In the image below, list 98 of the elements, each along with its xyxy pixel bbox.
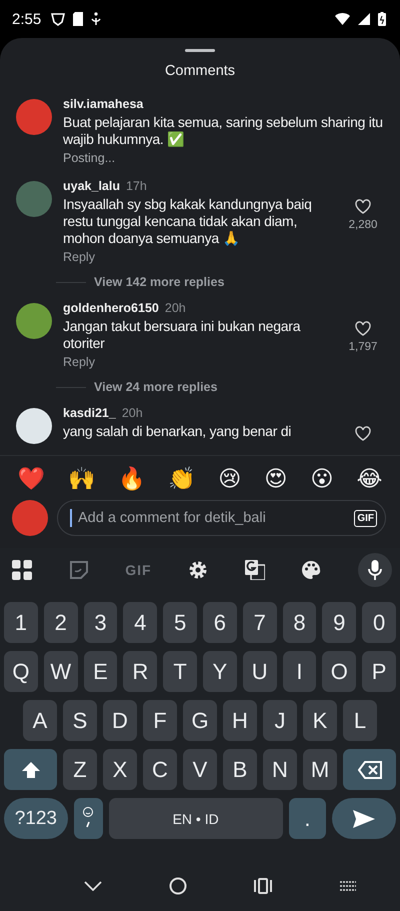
posting-status: Posting... (63, 151, 116, 165)
key[interactable]: C (143, 749, 177, 790)
sticker-icon[interactable] (68, 560, 89, 580)
comment-text: yang salah di benarkan, yang benar di (63, 423, 292, 440)
key[interactable]: G (183, 700, 217, 741)
emoji-reaction[interactable]: 😍 (264, 466, 288, 492)
key[interactable]: 1 (4, 602, 38, 643)
microphone-icon (368, 560, 382, 580)
emoji-key[interactable] (74, 798, 103, 839)
emoji-reaction[interactable]: 👏 (168, 466, 196, 492)
heart-icon[interactable] (355, 426, 371, 441)
backspace-icon (358, 760, 382, 778)
send-key[interactable] (332, 798, 396, 839)
key[interactable]: 5 (163, 602, 197, 643)
settings-icon[interactable] (188, 560, 208, 580)
apps-grid-icon[interactable] (12, 560, 32, 580)
palette-icon[interactable] (301, 560, 322, 580)
symbols-key[interactable]: ?123 (4, 798, 68, 839)
key[interactable]: X (103, 749, 137, 790)
translate-icon[interactable] (244, 560, 265, 580)
key[interactable]: 7 (242, 602, 277, 643)
key[interactable]: 4 (123, 602, 158, 643)
key[interactable]: U (242, 651, 277, 692)
key[interactable]: O (322, 651, 356, 692)
key[interactable]: P (362, 651, 396, 692)
key[interactable]: N (263, 749, 297, 790)
emoji-reaction[interactable]: 😮 (310, 466, 334, 492)
chevron-down-icon[interactable] (84, 881, 102, 891)
username[interactable]: goldenhero6150 (63, 301, 159, 315)
comment-text: Buat pelajaran kita semua, saring sebelum sharing itu wajib hukumnya. ✅ (63, 114, 384, 148)
key[interactable]: W (44, 651, 78, 692)
key[interactable]: 2 (44, 602, 78, 643)
emoji-reaction[interactable]: ❤ (18, 466, 45, 492)
key[interactable]: 8 (282, 602, 316, 643)
key[interactable]: 9 (322, 602, 356, 643)
send-icon (353, 810, 376, 828)
key[interactable]: Q (4, 651, 38, 692)
shift-arrow-icon (22, 762, 40, 778)
comment-time: 20h (122, 406, 143, 420)
username[interactable]: silv.iamahesa (63, 97, 144, 111)
heart-icon[interactable] (355, 199, 371, 214)
key[interactable]: V (183, 749, 217, 790)
key[interactable]: D (103, 700, 137, 741)
key[interactable]: 6 (203, 602, 237, 643)
battery-icon (378, 12, 386, 26)
key[interactable]: E (84, 651, 118, 692)
wifi-icon (335, 13, 350, 25)
status-time: 2:55 (12, 10, 42, 28)
key[interactable]: T (163, 651, 197, 692)
like-count: 2,280 (348, 219, 378, 231)
microphone-button[interactable] (358, 553, 392, 587)
gif-button[interactable]: GIF (354, 510, 377, 526)
signal-icon (358, 13, 370, 25)
avatar-photo[interactable] (16, 408, 52, 444)
comment-time: 17h (126, 179, 147, 193)
key[interactable]: R (123, 651, 158, 692)
comment-text: Insyaallah sy sbg kakak kandungnya baiq restu tunggal kencana tidak akan diam, mohon doanya semuanya 🙏 (63, 196, 313, 247)
key[interactable]: I (282, 651, 316, 692)
key[interactable]: A (23, 700, 57, 741)
comment-input-field[interactable]: Add a comment for detik_bali GIF (57, 500, 386, 536)
comment-time: 20h (164, 301, 186, 315)
sheet-title: Comments (164, 63, 236, 79)
view-replies-link[interactable]: View 24 more replies (94, 380, 218, 394)
key[interactable]: L (343, 700, 377, 741)
key[interactable]: Y (203, 651, 237, 692)
key[interactable]: B (223, 749, 257, 790)
emoji-reaction[interactable]: 🙌 (68, 466, 95, 492)
drag-handle[interactable] (185, 49, 215, 52)
username[interactable]: uyak_lalu (63, 179, 120, 193)
period-key[interactable]: . (288, 798, 326, 839)
key[interactable]: F (143, 700, 177, 741)
key[interactable]: 0 (362, 602, 396, 643)
reply-link[interactable]: Reply (63, 355, 95, 369)
avatar-photo (12, 500, 48, 536)
key[interactable]: S (63, 700, 97, 741)
like-count: 1,797 (348, 341, 378, 353)
shield-icon (51, 12, 66, 26)
keyboard-icon[interactable] (338, 880, 356, 892)
heart-icon[interactable] (355, 321, 371, 336)
emoji-reaction[interactable]: 😂 (356, 466, 382, 492)
smiley-pen-icon (82, 806, 94, 830)
key[interactable]: K (303, 700, 337, 741)
view-replies-link[interactable]: View 142 more replies (94, 275, 224, 289)
key[interactable]: J (263, 700, 297, 741)
recents-icon[interactable] (254, 878, 272, 894)
key[interactable]: M (303, 749, 337, 790)
key[interactable]: Z (63, 749, 97, 790)
comment-text: Jangan takut bersuara ini bukan negara otoriter (63, 318, 302, 352)
space-key[interactable]: EN • ID (108, 798, 283, 839)
backspace-key[interactable] (343, 749, 396, 790)
emoji-reaction[interactable]: 🔥 (118, 466, 145, 492)
key[interactable]: 3 (84, 602, 118, 643)
username[interactable]: kasdi21_ (63, 406, 116, 420)
home-icon[interactable] (168, 877, 186, 895)
emoji-reaction[interactable]: 😢 (218, 466, 242, 492)
shift-key[interactable] (4, 749, 57, 790)
reply-link[interactable]: Reply (63, 250, 95, 264)
key[interactable]: H (223, 700, 257, 741)
